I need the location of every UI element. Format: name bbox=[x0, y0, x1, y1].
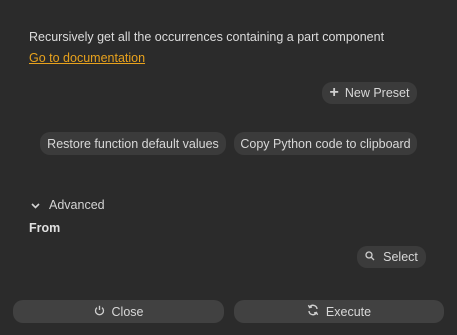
advanced-section-toggle[interactable]: Advanced bbox=[31, 198, 105, 212]
function-description: Recursively get all the occurrences cont… bbox=[29, 30, 385, 44]
close-label: Close bbox=[111, 304, 144, 319]
copy-python-code-label: Copy Python code to clipboard bbox=[240, 136, 411, 151]
plus-icon: + bbox=[329, 84, 339, 101]
search-icon bbox=[365, 250, 375, 264]
power-icon bbox=[94, 305, 105, 319]
select-label: Select bbox=[383, 250, 418, 264]
refresh-icon bbox=[307, 304, 319, 319]
new-preset-label: New Preset bbox=[344, 86, 410, 100]
documentation-link[interactable]: Go to documentation bbox=[29, 51, 145, 65]
execute-label: Execute bbox=[325, 304, 372, 319]
copy-python-code-button[interactable]: Copy Python code to clipboard bbox=[234, 132, 417, 155]
execute-button[interactable]: Execute bbox=[234, 300, 444, 323]
chevron-down-icon bbox=[31, 198, 40, 212]
select-button[interactable]: Select bbox=[357, 246, 426, 268]
restore-defaults-label: Restore function default values bbox=[47, 136, 219, 151]
restore-defaults-button[interactable]: Restore function default values bbox=[40, 132, 226, 155]
from-label: From bbox=[29, 221, 61, 235]
advanced-label: Advanced bbox=[49, 198, 105, 212]
new-preset-button[interactable]: + New Preset bbox=[322, 82, 417, 104]
close-button[interactable]: Close bbox=[13, 300, 224, 323]
